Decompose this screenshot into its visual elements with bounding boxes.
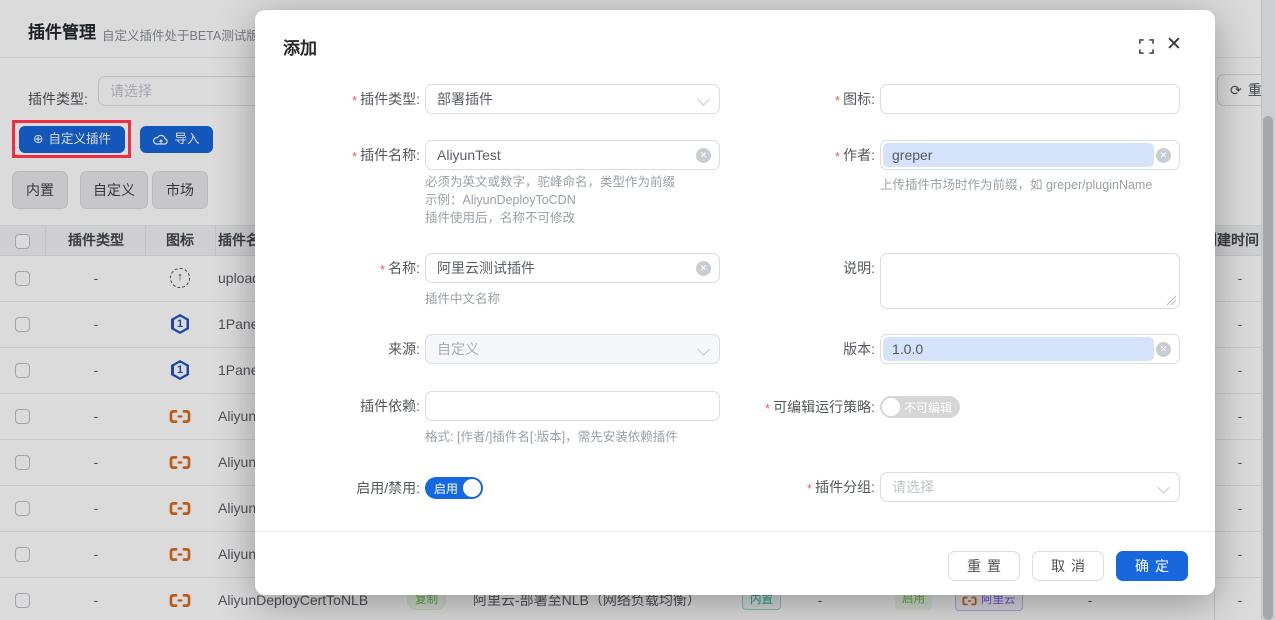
plugin-name-helper-1: 必须为英文或数字，驼峰命名，类型作为前缀 — [425, 173, 675, 191]
field-label-plugin-name: 插件名称: — [255, 140, 420, 172]
confirm-button[interactable]: 确定 — [1116, 551, 1188, 581]
clear-icon[interactable]: ✕ — [1156, 342, 1171, 357]
reset-button[interactable]: 重置 — [948, 551, 1020, 581]
plugin-group-select[interactable]: 请选择 — [880, 472, 1180, 502]
cn-name-input[interactable]: 阿里云测试插件 ✕ — [425, 253, 720, 283]
icon-input[interactable] — [880, 84, 1180, 114]
field-label-dependency: 插件依赖: — [255, 391, 420, 421]
plugin-type-select[interactable]: 部署插件 — [425, 84, 720, 114]
close-icon[interactable]: ✕ — [1166, 35, 1182, 55]
plugin-name-input[interactable]: AliyunTest ✕ — [425, 140, 720, 170]
selected-text: greper — [883, 143, 1154, 167]
chevron-down-icon — [1157, 481, 1170, 494]
cancel-button[interactable]: 取消 — [1032, 551, 1104, 581]
field-label-source: 来源: — [255, 334, 420, 364]
enabled-switch[interactable]: 启用 — [425, 477, 483, 499]
source-select: 自定义 — [425, 334, 720, 364]
footer-divider — [255, 531, 1215, 532]
field-label-cn-name: 名称: — [255, 253, 420, 285]
switch-knob — [882, 398, 900, 416]
plugin-name-helper-3: 插件使用后，名称不可修改 — [425, 209, 575, 227]
field-label-enabled: 启用/禁用: — [255, 473, 420, 503]
dialog-title: 添加 — [283, 34, 317, 59]
field-label-plugin-group: 插件分组: — [685, 472, 875, 504]
field-label-author: 作者: — [685, 140, 875, 172]
author-input[interactable]: greper ✕ — [880, 140, 1180, 170]
editable-policy-switch[interactable]: 不可编辑 — [880, 396, 960, 418]
switch-knob — [463, 479, 481, 497]
field-label-editable-policy: 可编辑运行策略: — [685, 392, 875, 424]
highlight-box — [12, 120, 131, 158]
field-label-version: 版本: — [685, 334, 875, 364]
version-input[interactable]: 1.0.0 ✕ — [880, 334, 1180, 364]
resize-handle[interactable] — [1166, 295, 1176, 305]
add-plugin-dialog: 添加 ✕ 插件类型: 部署插件 图标: 插件名称: AliyunTest ✕ 必… — [255, 10, 1215, 595]
dependency-input[interactable] — [425, 391, 720, 421]
author-helper: 上传插件市场时作为前缀，如 greper/pluginName — [880, 176, 1152, 194]
cn-name-helper: 插件中文名称 — [425, 290, 500, 308]
field-label-description: 说明: — [685, 253, 875, 283]
description-textarea[interactable] — [880, 253, 1180, 309]
clear-icon[interactable]: ✕ — [1156, 148, 1171, 163]
field-label-plugin-type: 插件类型: — [255, 84, 420, 116]
dependency-helper: 格式: [作者/]插件名[:版本]，需先安装依赖插件 — [425, 428, 678, 446]
selected-text: 1.0.0 — [883, 337, 1154, 361]
plugin-name-helper-2: 示例：AliyunDeployToCDN — [425, 191, 576, 209]
fullscreen-icon[interactable] — [1139, 39, 1154, 54]
field-label-icon: 图标: — [685, 84, 875, 116]
